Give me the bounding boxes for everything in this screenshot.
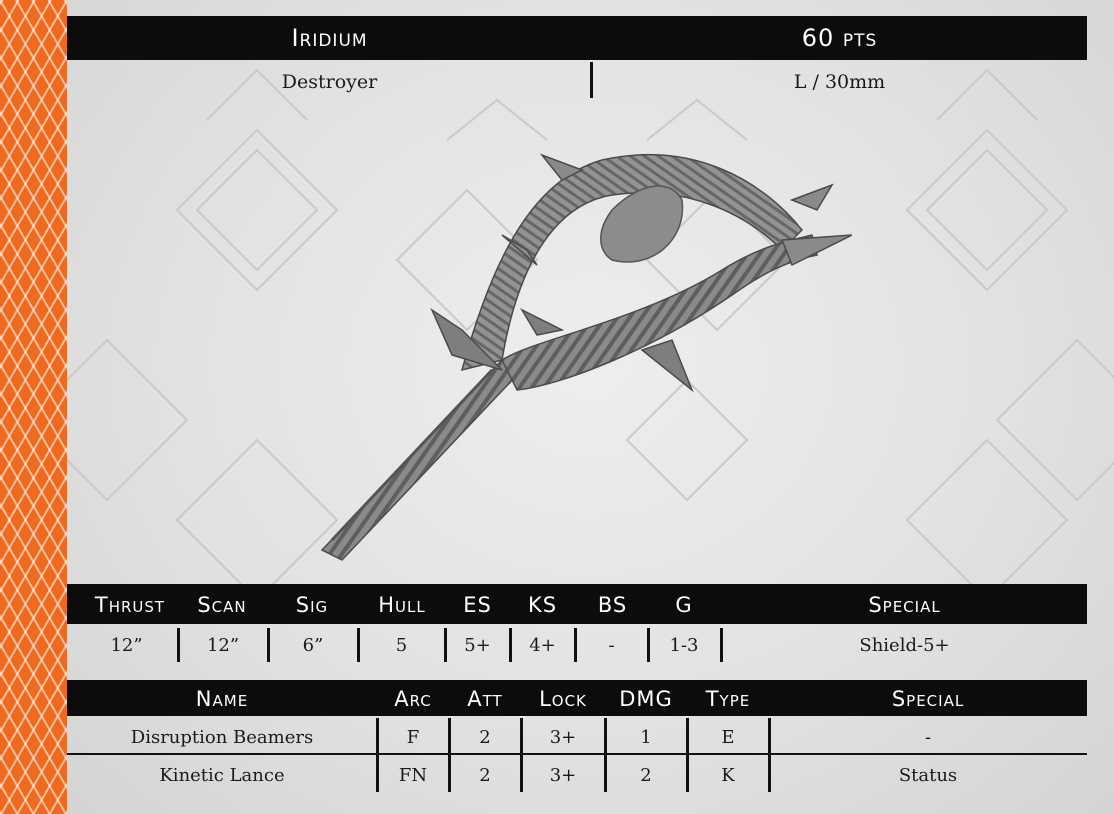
stat-ks: 4+ xyxy=(529,635,556,656)
stats-divider xyxy=(509,628,512,662)
weapons-divider xyxy=(520,718,523,792)
ship-base-size: L / 30mm xyxy=(793,71,886,93)
stat-special: Shield-5+ xyxy=(859,635,950,656)
stats-divider xyxy=(720,628,723,662)
weapon-name: Disruption Beamers xyxy=(130,727,314,748)
weapon-dmg: 2 xyxy=(640,765,652,786)
stat-header-bs: BS xyxy=(597,593,628,617)
stat-thrust: 12” xyxy=(110,635,143,656)
weapon-att: 2 xyxy=(479,765,491,786)
weapon-header-lock: Lock xyxy=(539,687,587,711)
weapons-divider xyxy=(376,718,379,792)
title-bar: Iridium 60 pts xyxy=(67,16,1087,60)
stat-hull: 5 xyxy=(395,635,408,656)
ship-points: 60 pts xyxy=(801,24,878,52)
weapon-row: Kinetic Lance FN 2 3+ 2 K Status xyxy=(67,756,1087,794)
weapons-header: Name Arc Att Lock DMG Type Special xyxy=(67,680,1087,716)
stats-values-row: 12” 12” 6” 5 5+ 4+ - 1-3 Shield-5+ xyxy=(67,626,1087,664)
weapon-header-dmg: DMG xyxy=(619,687,673,711)
stats-divider xyxy=(574,628,577,662)
stat-header-thrust: Thrust xyxy=(94,593,166,617)
weapon-dmg: 1 xyxy=(640,727,652,748)
stats-divider xyxy=(267,628,270,662)
weapon-header-arc: Arc xyxy=(394,687,432,711)
weapons-row-divider xyxy=(67,753,1087,755)
stats-divider xyxy=(357,628,360,662)
ship-miniature-illustration xyxy=(320,153,852,561)
stat-header-hull: Hull xyxy=(378,593,426,617)
weapon-header-type: Type xyxy=(705,687,751,711)
stat-header-scan: Scan xyxy=(197,593,247,617)
stat-header-es: ES xyxy=(463,593,492,617)
weapons-divider xyxy=(768,718,771,792)
weapon-header-att: Att xyxy=(467,687,503,711)
stat-bs: - xyxy=(608,635,615,656)
ship-class: Destroyer xyxy=(281,71,378,93)
stat-header-special: Special xyxy=(868,593,941,617)
stat-g: 1-3 xyxy=(669,635,699,656)
stat-scan: 12” xyxy=(206,635,240,656)
weapon-row: Disruption Beamers F 2 3+ 1 E - xyxy=(67,718,1087,756)
weapon-arc: F xyxy=(406,727,420,748)
weapon-header-name: Name xyxy=(195,687,249,711)
weapon-att: 2 xyxy=(479,727,491,748)
weapon-special: - xyxy=(924,727,932,748)
stats-divider xyxy=(444,628,447,662)
weapons-divider xyxy=(604,718,607,792)
weapons-divider xyxy=(686,718,689,792)
weapon-arc: FN xyxy=(398,765,428,786)
weapon-type: E xyxy=(721,727,735,748)
ship-subtitle-row: Destroyer L / 30mm xyxy=(67,60,1087,100)
weapon-lock: 3+ xyxy=(549,727,577,748)
ship-card: Iridium 60 pts Destroyer L / 30mm Thrust… xyxy=(67,0,1114,814)
weapon-header-special: Special xyxy=(891,687,965,711)
weapon-lock: 3+ xyxy=(549,765,577,786)
ship-name: Iridium xyxy=(291,24,368,52)
stat-header-g: G xyxy=(675,593,693,617)
weapons-divider xyxy=(448,718,451,792)
stats-header: Thrust Scan Sig Hull ES KS BS G Special xyxy=(67,584,1087,624)
stat-header-ks: KS xyxy=(527,593,558,617)
stat-es: 5+ xyxy=(464,635,491,656)
stats-divider xyxy=(177,628,180,662)
orange-chevron-border xyxy=(0,0,67,814)
weapon-special: Status xyxy=(898,765,958,786)
stats-divider xyxy=(647,628,650,662)
stat-header-sig: Sig xyxy=(295,593,329,617)
weapon-type: K xyxy=(721,765,735,786)
weapon-name: Kinetic Lance xyxy=(159,765,285,786)
stat-sig: 6” xyxy=(302,635,324,656)
